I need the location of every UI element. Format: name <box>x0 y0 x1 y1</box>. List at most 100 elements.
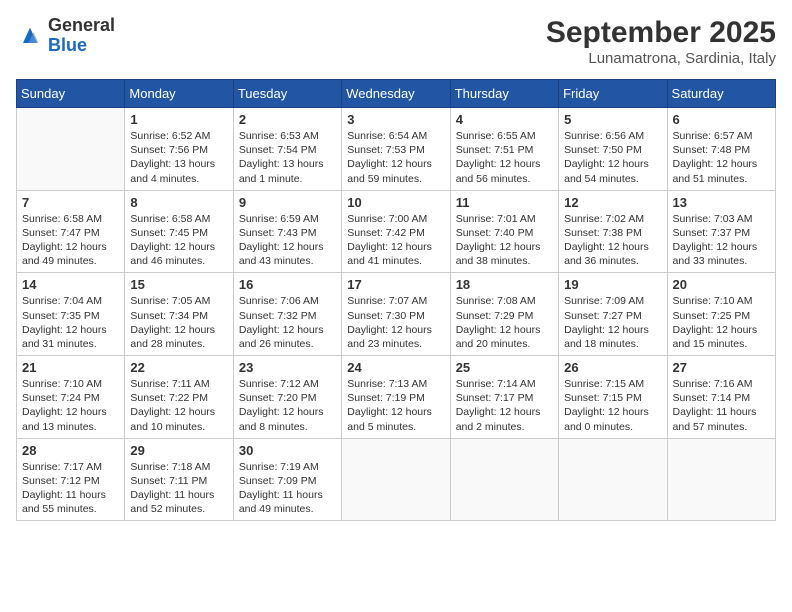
calendar-cell: 21 Sunrise: 7:10 AM Sunset: 7:24 PM Dayli… <box>17 356 125 439</box>
day-number: 26 <box>564 360 661 375</box>
calendar-cell: 17Sunrise: 7:07 AM Sunset: 7:30 PM Dayli… <box>342 273 450 356</box>
day-info: Sunrise: 6:53 AM Sunset: 7:54 PM Dayligh… <box>239 129 336 186</box>
day-number: 12 <box>564 195 661 210</box>
day-info: Sunrise: 7:18 AM Sunset: 7:11 PM Dayligh… <box>130 460 227 517</box>
day-info: Sunrise: 7:11 AM Sunset: 7:22 PM Dayligh… <box>130 377 227 434</box>
day-number: 30 <box>239 443 336 458</box>
day-number: 11 <box>456 195 553 210</box>
calendar-cell <box>559 438 667 521</box>
calendar-cell: 19 Sunrise: 7:09 AM Sunset: 7:27 PM Dayli… <box>559 273 667 356</box>
day-number: 23 <box>239 360 336 375</box>
calendar-cell: 24 Sunrise: 7:13 AM Sunset: 7:19 PM Dayli… <box>342 356 450 439</box>
day-info: Sunrise: 7:09 AM Sunset: 7:27 PM Dayligh… <box>564 294 661 351</box>
calendar-cell: 5 Sunrise: 6:56 AM Sunset: 7:50 PM Daylig… <box>559 108 667 191</box>
day-info: Sunrise: 6:55 AM Sunset: 7:51 PM Dayligh… <box>456 129 553 186</box>
logo-general: General <box>48 16 115 36</box>
day-number: 28 <box>22 443 119 458</box>
day-info: Sunrise: 6:57 AM Sunset: 7:48 PM Dayligh… <box>673 129 770 186</box>
calendar-header-wednesday: Wednesday <box>342 80 450 108</box>
calendar-header-saturday: Saturday <box>667 80 775 108</box>
calendar-cell: 29 Sunrise: 7:18 AM Sunset: 7:11 PM Dayli… <box>125 438 233 521</box>
calendar-table: SundayMondayTuesdayWednesdayThursdayFrid… <box>16 79 776 521</box>
day-info: Sunrise: 7:19 AM Sunset: 7:09 PM Dayligh… <box>239 460 336 517</box>
logo-text: General Blue <box>48 16 115 56</box>
calendar-header-monday: Monday <box>125 80 233 108</box>
calendar-cell: 15Sunrise: 7:05 AM Sunset: 7:34 PM Dayli… <box>125 273 233 356</box>
calendar-cell: 30 Sunrise: 7:19 AM Sunset: 7:09 PM Dayli… <box>233 438 341 521</box>
day-number: 6 <box>673 112 770 127</box>
day-info: Sunrise: 6:56 AM Sunset: 7:50 PM Dayligh… <box>564 129 661 186</box>
calendar-header-friday: Friday <box>559 80 667 108</box>
day-number: 9 <box>239 195 336 210</box>
day-info: Sunrise: 7:04 AM Sunset: 7:35 PM Dayligh… <box>22 294 119 351</box>
title-block: September 2025 Lunamatrona, Sardinia, It… <box>546 16 776 67</box>
day-number: 21 <box>22 360 119 375</box>
calendar-week-1: 1 Sunrise: 6:52 AM Sunset: 7:56 PM Daylig… <box>17 108 776 191</box>
day-number: 14 <box>22 277 119 292</box>
day-info: Sunrise: 7:15 AM Sunset: 7:15 PM Dayligh… <box>564 377 661 434</box>
day-info: Sunrise: 7:08 AM Sunset: 7:29 PM Dayligh… <box>456 294 553 351</box>
location: Lunamatrona, Sardinia, Italy <box>546 50 776 67</box>
calendar-cell <box>342 438 450 521</box>
day-info: Sunrise: 7:12 AM Sunset: 7:20 PM Dayligh… <box>239 377 336 434</box>
calendar-cell: 1 Sunrise: 6:52 AM Sunset: 7:56 PM Daylig… <box>125 108 233 191</box>
calendar-cell: 16Sunrise: 7:06 AM Sunset: 7:32 PM Dayli… <box>233 273 341 356</box>
day-info: Sunrise: 7:13 AM Sunset: 7:19 PM Dayligh… <box>347 377 444 434</box>
day-info: Sunrise: 7:10 AM Sunset: 7:24 PM Dayligh… <box>22 377 119 434</box>
day-number: 19 <box>564 277 661 292</box>
day-number: 7 <box>22 195 119 210</box>
month-title: September 2025 <box>546 16 776 50</box>
day-info: Sunrise: 7:10 AM Sunset: 7:25 PM Dayligh… <box>673 294 770 351</box>
day-info: Sunrise: 7:06 AM Sunset: 7:32 PM Dayligh… <box>239 294 336 351</box>
day-number: 1 <box>130 112 227 127</box>
day-number: 25 <box>456 360 553 375</box>
day-info: Sunrise: 7:14 AM Sunset: 7:17 PM Dayligh… <box>456 377 553 434</box>
day-number: 13 <box>673 195 770 210</box>
calendar-cell: 8Sunrise: 6:58 AM Sunset: 7:45 PM Daylig… <box>125 190 233 273</box>
logo-blue: Blue <box>48 36 115 56</box>
day-number: 2 <box>239 112 336 127</box>
calendar-cell: 7Sunrise: 6:58 AM Sunset: 7:47 PM Daylig… <box>17 190 125 273</box>
day-number: 18 <box>456 277 553 292</box>
calendar-header-thursday: Thursday <box>450 80 558 108</box>
calendar-cell: 11 Sunrise: 7:01 AM Sunset: 7:40 PM Dayli… <box>450 190 558 273</box>
day-number: 4 <box>456 112 553 127</box>
day-info: Sunrise: 6:59 AM Sunset: 7:43 PM Dayligh… <box>239 212 336 269</box>
calendar-cell: 18 Sunrise: 7:08 AM Sunset: 7:29 PM Dayli… <box>450 273 558 356</box>
calendar-cell: 12Sunrise: 7:02 AM Sunset: 7:38 PM Dayli… <box>559 190 667 273</box>
calendar-week-4: 21 Sunrise: 7:10 AM Sunset: 7:24 PM Dayli… <box>17 356 776 439</box>
day-number: 20 <box>673 277 770 292</box>
page-header: General Blue September 2025 Lunamatrona,… <box>16 16 776 67</box>
calendar-cell: 28 Sunrise: 7:17 AM Sunset: 7:12 PM Dayli… <box>17 438 125 521</box>
calendar-cell: 3 Sunrise: 6:54 AM Sunset: 7:53 PM Daylig… <box>342 108 450 191</box>
day-number: 15 <box>130 277 227 292</box>
calendar-week-2: 7Sunrise: 6:58 AM Sunset: 7:47 PM Daylig… <box>17 190 776 273</box>
calendar-cell: 6 Sunrise: 6:57 AM Sunset: 7:48 PM Daylig… <box>667 108 775 191</box>
calendar-cell <box>450 438 558 521</box>
calendar-cell: 13Sunrise: 7:03 AM Sunset: 7:37 PM Dayli… <box>667 190 775 273</box>
day-info: Sunrise: 7:01 AM Sunset: 7:40 PM Dayligh… <box>456 212 553 269</box>
day-info: Sunrise: 6:52 AM Sunset: 7:56 PM Dayligh… <box>130 129 227 186</box>
day-info: Sunrise: 7:17 AM Sunset: 7:12 PM Dayligh… <box>22 460 119 517</box>
calendar-cell <box>17 108 125 191</box>
calendar-cell: 22Sunrise: 7:11 AM Sunset: 7:22 PM Dayli… <box>125 356 233 439</box>
calendar-cell: 9 Sunrise: 6:59 AM Sunset: 7:43 PM Daylig… <box>233 190 341 273</box>
calendar-cell: 25 Sunrise: 7:14 AM Sunset: 7:17 PM Dayli… <box>450 356 558 439</box>
day-info: Sunrise: 7:16 AM Sunset: 7:14 PM Dayligh… <box>673 377 770 434</box>
calendar-week-3: 14 Sunrise: 7:04 AM Sunset: 7:35 PM Dayli… <box>17 273 776 356</box>
day-number: 24 <box>347 360 444 375</box>
day-number: 3 <box>347 112 444 127</box>
day-info: Sunrise: 7:07 AM Sunset: 7:30 PM Dayligh… <box>347 294 444 351</box>
logo: General Blue <box>16 16 115 56</box>
logo-icon <box>16 22 44 50</box>
day-info: Sunrise: 6:54 AM Sunset: 7:53 PM Dayligh… <box>347 129 444 186</box>
calendar-header-tuesday: Tuesday <box>233 80 341 108</box>
calendar-cell: 20 Sunrise: 7:10 AM Sunset: 7:25 PM Dayli… <box>667 273 775 356</box>
day-number: 29 <box>130 443 227 458</box>
calendar-header-sunday: Sunday <box>17 80 125 108</box>
day-info: Sunrise: 7:00 AM Sunset: 7:42 PM Dayligh… <box>347 212 444 269</box>
day-number: 5 <box>564 112 661 127</box>
calendar-week-5: 28 Sunrise: 7:17 AM Sunset: 7:12 PM Dayli… <box>17 438 776 521</box>
day-number: 10 <box>347 195 444 210</box>
day-info: Sunrise: 6:58 AM Sunset: 7:45 PM Dayligh… <box>130 212 227 269</box>
